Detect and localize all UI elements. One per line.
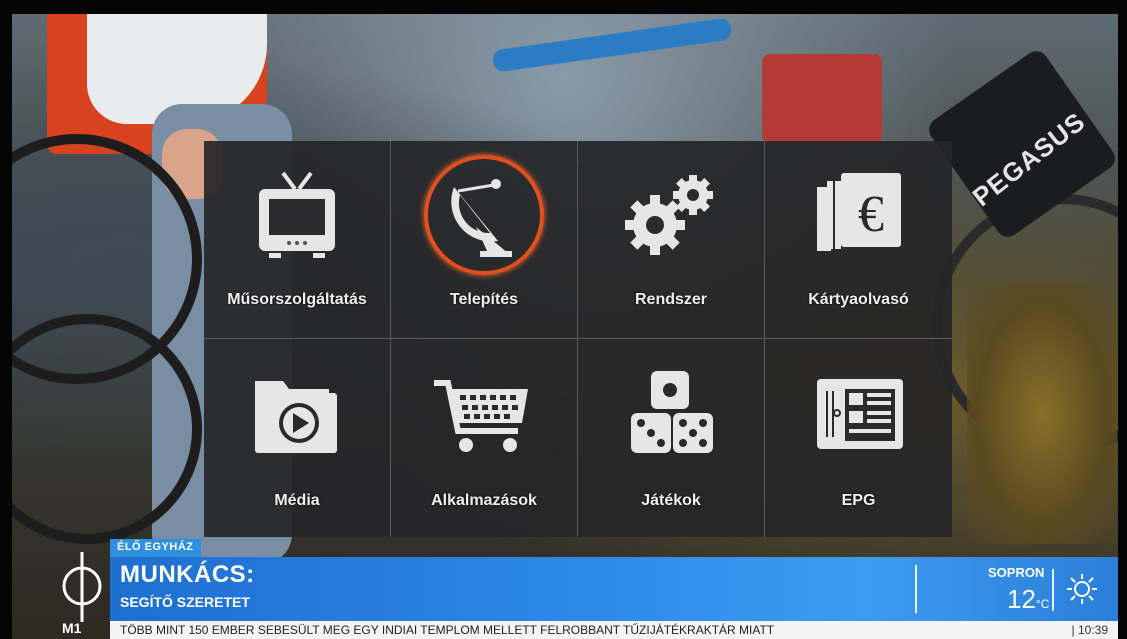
tv-bezel-left bbox=[0, 0, 12, 639]
satellite-dish-icon bbox=[424, 155, 544, 275]
bg-bike-part bbox=[762, 54, 882, 144]
channel-logo-text: M1 bbox=[62, 620, 82, 636]
menu-item-kartyaolvaso[interactable]: € Kártyaolvasó bbox=[765, 141, 952, 339]
menu-item-epg[interactable]: EPG bbox=[765, 339, 952, 537]
media-folder-icon bbox=[237, 353, 357, 473]
menu-item-label: Média bbox=[274, 492, 320, 509]
news-subtitle: SEGÍTŐ SZERETET bbox=[120, 594, 250, 610]
shopping-cart-icon bbox=[424, 353, 544, 473]
euro-cards-icon: € bbox=[799, 155, 919, 275]
tv-bezel-top bbox=[0, 0, 1127, 14]
menu-item-rendszer[interactable]: Rendszer bbox=[578, 141, 765, 339]
epg-guide-icon bbox=[799, 353, 919, 473]
gears-icon bbox=[611, 155, 731, 275]
menu-item-telepites[interactable]: Telepítés bbox=[391, 141, 578, 339]
menu-item-label: Rendszer bbox=[634, 291, 708, 308]
menu-item-label: Játékok bbox=[641, 492, 701, 509]
bg-bike-handlebar bbox=[491, 17, 733, 73]
divider bbox=[915, 565, 917, 613]
menu-item-jatekok[interactable]: Játékok bbox=[578, 339, 765, 537]
weather-temperature: 12°C bbox=[1007, 584, 1049, 615]
divider bbox=[1052, 569, 1054, 611]
ticker-text: TÖBB MINT 150 EMBER SEBESÜLT MEG EGY IND… bbox=[120, 623, 775, 637]
menu-item-label: Alkalmazások bbox=[431, 492, 537, 509]
menu-item-label: Műsorszolgáltatás bbox=[227, 291, 367, 308]
weather-city: SOPRON bbox=[988, 565, 1045, 580]
program-tag: ÉLŐ EGYHÁZ bbox=[110, 539, 201, 557]
lower-third-banner: MUNKÁCS: SEGÍTŐ SZERETET SOPRON 12°C bbox=[110, 557, 1118, 621]
news-title: MUNKÁCS: bbox=[120, 561, 255, 588]
svg-text:€: € bbox=[858, 186, 884, 243]
bg-leaves bbox=[967, 284, 1117, 544]
tv-bezel-right bbox=[1118, 0, 1127, 639]
menu-item-label: Telepítés bbox=[449, 291, 519, 308]
dice-icon bbox=[611, 353, 731, 473]
menu-item-media[interactable]: Média bbox=[204, 339, 391, 537]
main-menu: Műsorszolgáltatás Telepítés Rendszer € K… bbox=[204, 141, 952, 537]
menu-item-musorszolgaltatas[interactable]: Műsorszolgáltatás bbox=[204, 141, 391, 339]
sun-icon bbox=[1066, 573, 1098, 610]
clock: | 10:39 bbox=[1071, 623, 1108, 637]
selection-ring bbox=[424, 155, 544, 275]
weather-temp-unit: °C bbox=[1035, 597, 1050, 611]
tv-icon bbox=[237, 155, 357, 275]
menu-item-label: Kártyaolvasó bbox=[808, 291, 909, 308]
menu-item-label: EPG bbox=[841, 492, 876, 509]
menu-item-alkalmazasok[interactable]: Alkalmazások bbox=[391, 339, 578, 537]
news-ticker: TÖBB MINT 150 EMBER SEBESÜLT MEG EGY IND… bbox=[110, 621, 1118, 639]
weather-temp-value: 12 bbox=[1007, 584, 1036, 614]
